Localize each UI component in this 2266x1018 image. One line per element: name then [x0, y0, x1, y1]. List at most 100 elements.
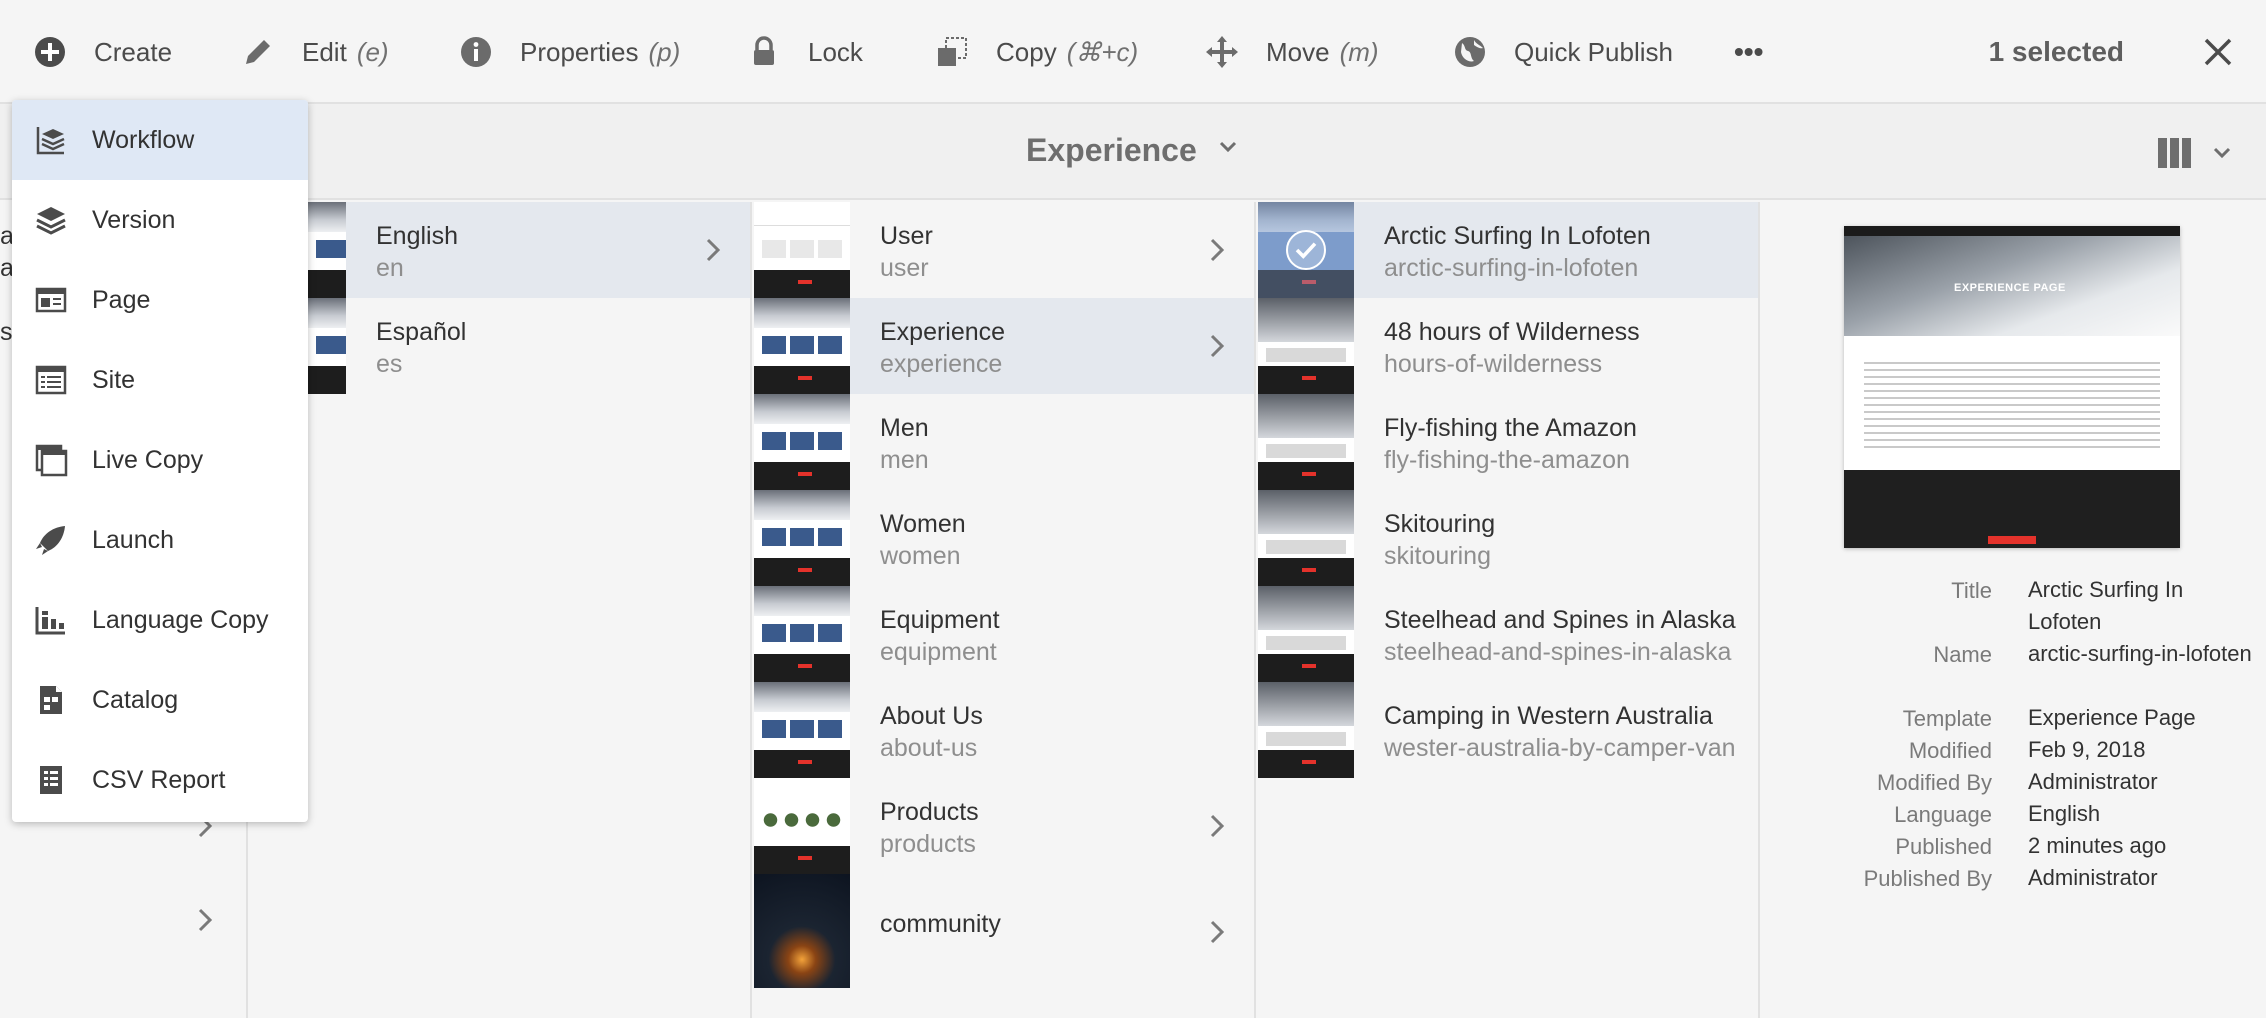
chevron-right-icon[interactable]: [1208, 332, 1226, 360]
menu-item-page[interactable]: Page: [12, 260, 308, 340]
selected-check-icon[interactable]: [1286, 230, 1326, 270]
list-item[interactable]: Camping in Western Australia wester-aust…: [1258, 682, 1758, 778]
chevron-right-icon[interactable]: [1208, 812, 1226, 840]
lock-button[interactable]: Lock: [746, 0, 863, 104]
list-item[interactable]: User user: [754, 202, 1254, 298]
list-item[interactable]: Women women: [754, 490, 1254, 586]
edit-shortcut: (e): [356, 36, 389, 67]
copy-button[interactable]: Copy (⌘+c): [934, 0, 1138, 104]
menu-label: Workflow: [92, 125, 195, 154]
meta-label: Published: [1895, 834, 1992, 859]
page-thumbnail: [754, 586, 850, 682]
chevron-right-icon[interactable]: [1208, 918, 1226, 946]
view-switcher-chevron-icon[interactable]: [2212, 146, 2232, 160]
copy-label: Copy: [996, 36, 1057, 67]
meta-label: Language: [1894, 802, 1992, 827]
item-name: steelhead-and-spines-in-alaska: [1384, 638, 1732, 666]
list-item[interactable]: Skitouring skitouring: [1258, 490, 1758, 586]
menu-item-launch[interactable]: Launch: [12, 500, 308, 580]
page-thumbnail: [1258, 202, 1354, 298]
item-name: equipment: [880, 638, 997, 666]
chevron-right-icon[interactable]: [196, 906, 214, 934]
properties-button[interactable]: Properties (p): [458, 0, 680, 104]
menu-item-live-copy[interactable]: Live Copy: [12, 420, 308, 500]
close-selection-icon[interactable]: [2200, 34, 2236, 70]
list-item[interactable]: English en: [250, 202, 750, 298]
language-column: English en Español es: [250, 202, 752, 1018]
meta-value: arctic-surfing-in-lofoten: [2028, 641, 2252, 666]
create-button[interactable]: Create: [32, 0, 172, 104]
meta-value: Administrator: [2028, 865, 2158, 890]
copy-icon: [938, 37, 967, 66]
menu-item-language-copy[interactable]: Language Copy: [12, 580, 308, 660]
item-title: Men: [880, 414, 929, 442]
version-icon: [36, 207, 66, 235]
page-thumbnail: [1258, 394, 1354, 490]
item-name: wester-australia-by-camper-van: [1384, 734, 1736, 762]
chevron-right-icon[interactable]: [1208, 236, 1226, 264]
copy-shortcut: (⌘+c): [1066, 36, 1139, 67]
csv-report-icon: [40, 766, 62, 794]
item-title: About Us: [880, 702, 983, 730]
globe-icon: [1455, 37, 1485, 67]
info-icon: [461, 37, 491, 67]
menu-item-version[interactable]: Version: [12, 180, 308, 260]
meta-label: Published By: [1863, 866, 1992, 891]
quick-publish-button[interactable]: Quick Publish: [1452, 0, 1673, 104]
page-title[interactable]: Experience: [1026, 132, 1197, 169]
menu-item-catalog[interactable]: Catalog: [12, 660, 308, 740]
properties-shortcut: (p): [648, 36, 681, 67]
menu-item-workflow[interactable]: Workflow: [12, 100, 308, 180]
language-copy-icon: [35, 607, 65, 635]
menu-label: Site: [92, 365, 136, 394]
list-item[interactable]: Steelhead and Spines in Alaska steelhead…: [1258, 586, 1758, 682]
item-title: Products: [880, 798, 979, 826]
item-title: Women: [880, 510, 966, 538]
page-thumbnail: [308, 202, 346, 298]
item-name: arctic-surfing-in-lofoten: [1384, 254, 1639, 282]
menu-item-csv-report[interactable]: CSV Report: [12, 740, 308, 820]
list-item[interactable]: Equipment equipment: [754, 586, 1254, 682]
item-title: Skitouring: [1384, 510, 1496, 538]
preview-heading: EXPERIENCE PAGE: [1954, 282, 2066, 294]
chevron-right-icon[interactable]: [704, 236, 722, 264]
list-item[interactable]: Español es: [250, 298, 750, 394]
meta-value: Administrator: [2028, 769, 2158, 794]
metadata-list: Title Arctic Surfing In Lofoten Name arc…: [1762, 577, 2266, 898]
item-title: 48 hours of Wilderness: [1384, 318, 1640, 346]
page-thumbnail: [1258, 298, 1354, 394]
menu-label: Page: [92, 285, 151, 314]
move-arrows-icon: [1206, 36, 1238, 68]
pages-column: Arctic Surfing In Lofoten arctic-surfing…: [1258, 202, 1760, 1018]
title-bar: Experience: [0, 104, 2266, 200]
page-thumbnail: [754, 298, 850, 394]
menu-label: Catalog: [92, 685, 179, 714]
item-title: Español: [376, 318, 467, 346]
edit-button[interactable]: Edit (e): [240, 0, 389, 104]
list-item[interactable]: community: [754, 874, 1254, 988]
list-item[interactable]: About Us about-us: [754, 682, 1254, 778]
create-label: Create: [94, 36, 173, 67]
list-item[interactable]: Men men: [754, 394, 1254, 490]
list-item[interactable]: Products products: [754, 778, 1254, 874]
item-name: women: [880, 542, 961, 570]
item-name: skitouring: [1384, 542, 1491, 570]
page-thumbnail: [1258, 682, 1354, 778]
add-circle-icon: [35, 37, 65, 67]
page-icon: [35, 287, 67, 313]
item-title: Equipment: [880, 606, 1000, 634]
list-item[interactable]: 48 hours of Wilderness hours-of-wilderne…: [1258, 298, 1758, 394]
page-thumbnail: [1258, 586, 1354, 682]
more-actions-button[interactable]: •••: [1734, 0, 1763, 104]
list-item[interactable]: Arctic Surfing In Lofoten arctic-surfing…: [1258, 202, 1758, 298]
item-name: fly-fishing-the-amazon: [1384, 446, 1630, 474]
page-thumbnail: [754, 778, 850, 874]
column-view-icon[interactable]: [2156, 136, 2192, 170]
chevron-down-icon[interactable]: [1218, 140, 1238, 154]
move-button[interactable]: Move (m): [1204, 0, 1379, 104]
menu-item-site[interactable]: Site: [12, 340, 308, 420]
live-copy-icon: [35, 444, 68, 477]
meta-label: Title: [1951, 578, 1992, 603]
list-item[interactable]: Fly-fishing the Amazon fly-fishing-the-a…: [1258, 394, 1758, 490]
list-item[interactable]: Experience experience: [754, 298, 1254, 394]
